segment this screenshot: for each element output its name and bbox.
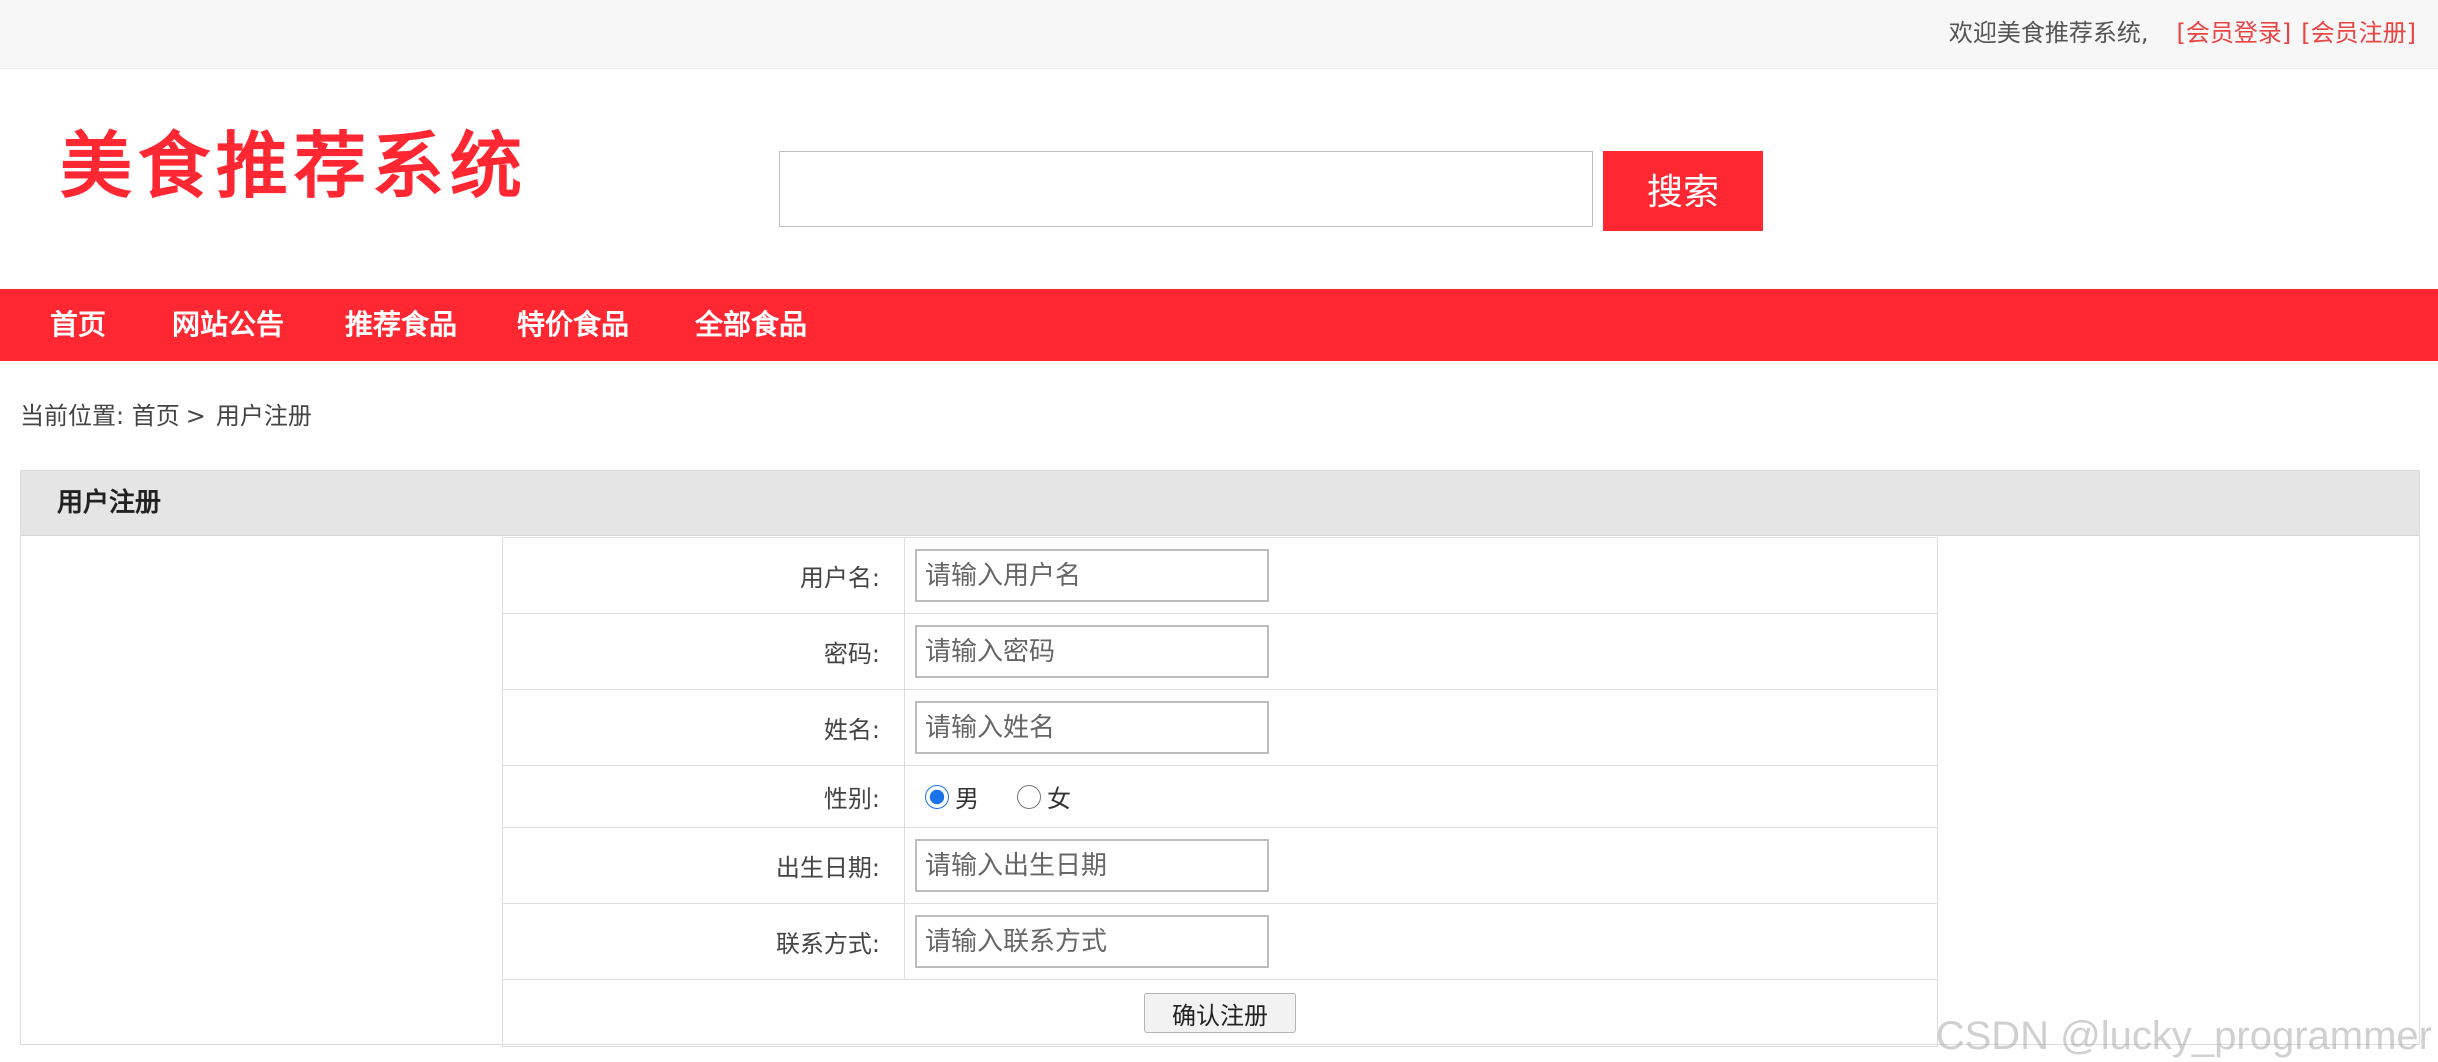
gender-male-radio[interactable] [925,784,949,809]
form-row-submit: 确认注册 [502,979,1938,1047]
breadcrumb-home-link[interactable]: 首页 [132,402,180,430]
nav-item-recommended[interactable]: 推荐食品 [345,289,457,361]
contact-input[interactable] [915,915,1269,968]
password-input[interactable] [915,625,1269,678]
gender-female-label: 女 [1047,785,1071,813]
site-logo[interactable]: 美食推荐系统 [60,130,528,202]
contact-label: 联系方式: [502,903,905,980]
breadcrumb-current: 用户注册 [215,402,312,430]
form-row-birthdate: 出生日期: [502,827,1938,904]
search-input[interactable] [779,151,1593,227]
register-form: 用户名: 密码: 姓名: 性别: 男 [502,537,1938,1047]
welcome-area: 欢迎美食推荐系统, [会员登录] [会员注册] [1949,0,2416,68]
form-row-contact: 联系方式: [502,903,1938,980]
username-input[interactable] [915,549,1269,602]
breadcrumb: 当前位置: 首页 > 用户注册 [20,398,312,434]
nav-item-home[interactable]: 首页 [50,289,106,361]
main-nav: 首页 网站公告 推荐食品 特价食品 全部食品 [0,289,2438,361]
gender-female-radio[interactable] [1017,784,1041,809]
gender-male-label: 男 [955,785,979,813]
panel-title: 用户注册 [57,488,162,518]
form-row-name: 姓名: [502,689,1938,766]
form-row-password: 密码: [502,613,1938,690]
member-register-link[interactable]: [会员注册] [2301,19,2416,47]
gender-label: 性别: [502,765,905,828]
watermark: CSDN @lucky_programmer [1935,1014,2432,1058]
confirm-register-button[interactable]: 确认注册 [1144,993,1296,1033]
password-label: 密码: [502,613,905,690]
name-input[interactable] [915,701,1269,754]
search-button[interactable]: 搜索 [1603,151,1763,231]
gender-radio-group: 男 女 [915,779,1937,814]
nav-item-announcements[interactable]: 网站公告 [172,289,284,361]
form-row-username: 用户名: [502,537,1938,614]
register-form-table: 用户名: 密码: 姓名: 性别: 男 [502,537,1938,1047]
top-bar: 欢迎美食推荐系统, [会员登录] [会员注册] [0,0,2438,69]
form-row-gender: 性别: 男 女 [502,765,1938,828]
birthdate-label: 出生日期: [502,827,905,904]
breadcrumb-separator: > [185,402,206,430]
birthdate-input[interactable] [915,839,1269,892]
panel-header: 用户注册 [21,471,2419,536]
welcome-text: 欢迎美食推荐系统, [1948,19,2149,47]
member-login-link[interactable]: [会员登录] [2177,19,2292,47]
name-label: 姓名: [502,689,905,766]
nav-item-specials[interactable]: 特价食品 [517,289,629,361]
gender-option-female[interactable]: 女 [1007,779,1071,814]
gender-option-male[interactable]: 男 [915,779,979,814]
breadcrumb-prefix: 当前位置: [20,402,125,430]
nav-item-all-foods[interactable]: 全部食品 [695,289,807,361]
username-label: 用户名: [502,537,905,614]
